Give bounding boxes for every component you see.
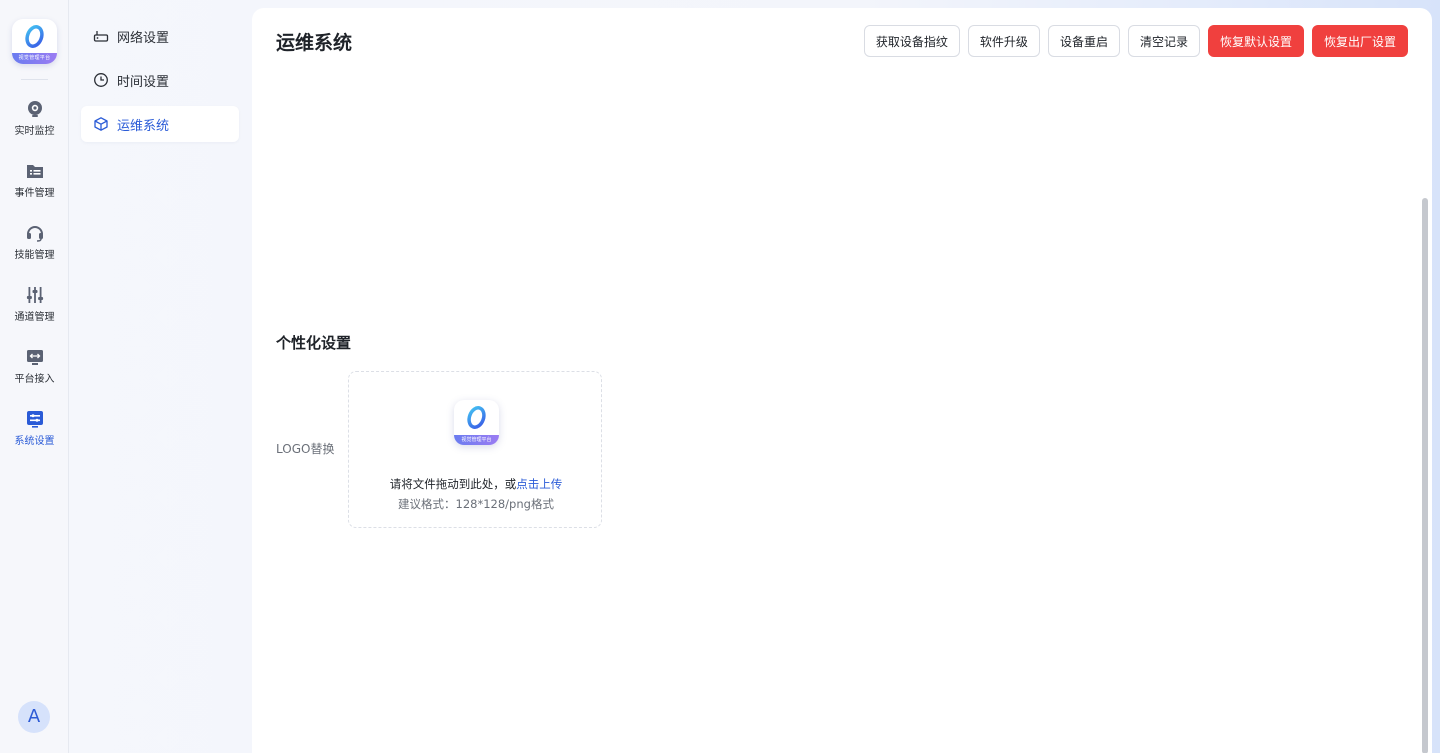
sliders-icon [26, 287, 43, 303]
restore-factory-settings-button[interactable]: 恢复出厂设置 [1311, 25, 1408, 57]
user-avatar[interactable]: A [18, 701, 50, 733]
rail-item-label: 技能管理 [14, 250, 55, 261]
rail-item-skill-management[interactable]: 技能管理 [0, 223, 69, 275]
upload-hint-text: 请将文件拖动到此处，或 [389, 477, 517, 491]
submenu-item-time-settings[interactable]: 时间设置 [81, 62, 239, 98]
logo-preview-caption: 视觉管理平台 [454, 435, 499, 445]
submenu-item-label: 网络设置 [117, 30, 170, 46]
folder-list-icon [26, 165, 43, 178]
rail-item-label: 实时监控 [14, 126, 55, 137]
submenu-item-label: 时间设置 [117, 74, 170, 90]
monitor-arrows-icon [26, 350, 43, 365]
submenu-item-ops-system[interactable]: 运维系统 [81, 106, 239, 142]
camera-icon [27, 101, 42, 117]
icon-rail: 视觉管理平台 实时监控 事件管理 技能管理 通道管理 平台接入 系统设置 A [0, 0, 69, 753]
main-panel: 运维系统 获取设备指纹 软件升级 设备重启 清空记录 恢复默认设置 恢复出厂设置… [252, 8, 1432, 753]
restore-default-settings-button[interactable]: 恢复默认设置 [1207, 25, 1304, 57]
settings-submenu: 网络设置 时间设置 运维系统 [69, 0, 252, 753]
upload-hint: 请将文件拖动到此处，或点击上传 [349, 476, 603, 492]
device-restart-button[interactable]: 设备重启 [1047, 25, 1120, 57]
rail-item-label: 平台接入 [14, 374, 55, 385]
logo-ring-icon [467, 406, 486, 429]
cube-icon [94, 117, 108, 131]
logo-ring-icon [25, 25, 44, 48]
rail-item-label: 系统设置 [14, 436, 55, 447]
logo-preview: 视觉管理平台 [454, 400, 499, 445]
personalization-section-title: 个性化设置 [276, 334, 352, 352]
app-logo[interactable]: 视觉管理平台 [12, 19, 57, 64]
upload-format-hint: 建议格式：128*128/png格式 [398, 497, 554, 511]
rail-item-system-settings[interactable]: 系统设置 [0, 409, 69, 461]
click-upload-link[interactable]: 点击上传 [516, 477, 562, 491]
page-title: 运维系统 [276, 32, 353, 54]
rail-item-event-management[interactable]: 事件管理 [0, 161, 69, 213]
action-toolbar: 获取设备指纹 软件升级 设备重启 清空记录 恢复默认设置 恢复出厂设置 [863, 25, 1408, 57]
scrollbar-thumb[interactable] [1422, 198, 1428, 753]
rail-item-label: 通道管理 [14, 312, 55, 323]
logo-replace-label: LOGO替换 [276, 442, 335, 456]
logo-caption: 视觉管理平台 [12, 53, 57, 64]
rail-item-label: 事件管理 [14, 188, 55, 199]
headset-icon [26, 226, 43, 242]
software-upgrade-button[interactable]: 软件升级 [967, 25, 1040, 57]
get-device-fingerprint-button[interactable]: 获取设备指纹 [863, 25, 960, 57]
rail-item-realtime-monitor[interactable]: 实时监控 [0, 99, 69, 151]
logo-upload-dropzone[interactable]: 视觉管理平台 请将文件拖动到此处，或点击上传 建议格式：128*128/png格… [348, 371, 602, 528]
settings-panel-icon [26, 411, 43, 428]
vertical-scrollbar[interactable] [1422, 74, 1428, 753]
submenu-item-label: 运维系统 [117, 118, 170, 134]
router-icon [93, 31, 109, 42]
clock-icon [94, 73, 108, 87]
submenu-item-network-settings[interactable]: 网络设置 [81, 18, 239, 54]
rail-item-channel-management[interactable]: 通道管理 [0, 285, 69, 337]
clear-records-button[interactable]: 清空记录 [1127, 25, 1200, 57]
rail-item-platform-access[interactable]: 平台接入 [0, 347, 69, 399]
rail-divider [21, 79, 48, 80]
